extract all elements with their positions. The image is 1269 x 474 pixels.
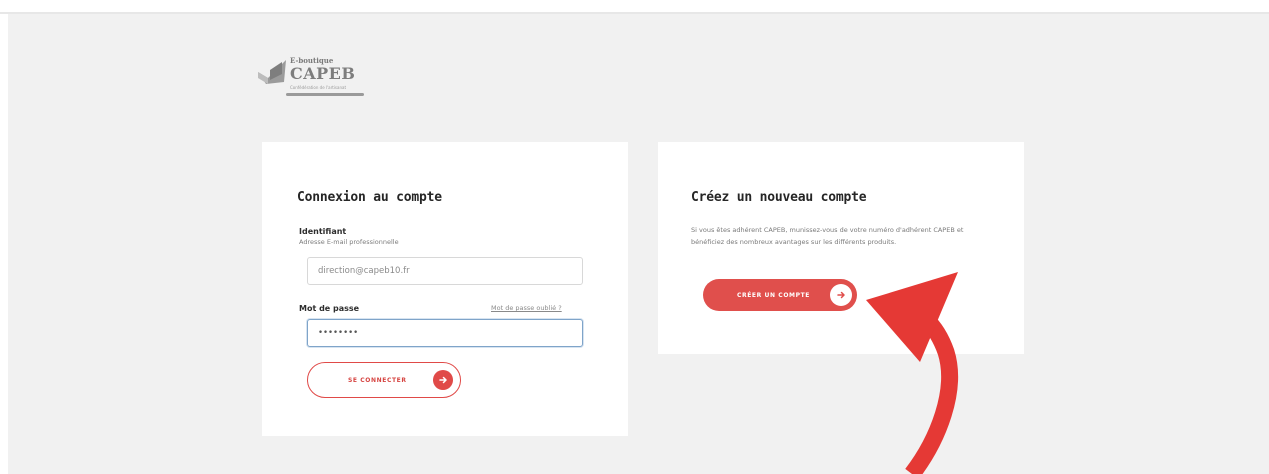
viewport: E-boutique CAPEB Confédération de l'arti… [0, 0, 1269, 474]
password-input[interactable] [307, 319, 583, 347]
logo-tagline: Confédération de l'artisanat [290, 85, 347, 90]
login-title: Connexion au compte [297, 190, 442, 205]
register-title: Créez un nouveau compte [691, 190, 867, 205]
password-label: Mot de passe [299, 304, 360, 313]
arrow-right-icon [830, 284, 852, 306]
login-button[interactable]: SE CONNECTER [307, 362, 461, 398]
forgot-password-link[interactable]: Mot de passe oublié ? [491, 304, 562, 312]
logo-mark-icon [258, 60, 286, 84]
curved-arrow-icon [866, 272, 958, 474]
logo-underline [286, 93, 364, 96]
arrow-right-icon [433, 370, 453, 390]
capeb-logo[interactable]: E-boutique CAPEB Confédération de l'arti… [256, 52, 366, 100]
page-background [8, 14, 1269, 474]
identifier-input[interactable] [307, 257, 583, 285]
create-account-button[interactable]: CRÉER UN COMPTE [703, 279, 857, 311]
login-card: Connexion au compte Identifiant Adresse … [262, 142, 628, 436]
register-description: Si vous êtes adhérent CAPEB, munissez-vo… [691, 226, 964, 246]
identifier-label: Identifiant [299, 227, 347, 236]
login-button-label: SE CONNECTER [348, 376, 407, 384]
create-account-button-label: CRÉER UN COMPTE [737, 291, 810, 299]
identifier-hint: Adresse E-mail professionnelle [299, 238, 399, 246]
logo-name: CAPEB [290, 64, 356, 83]
